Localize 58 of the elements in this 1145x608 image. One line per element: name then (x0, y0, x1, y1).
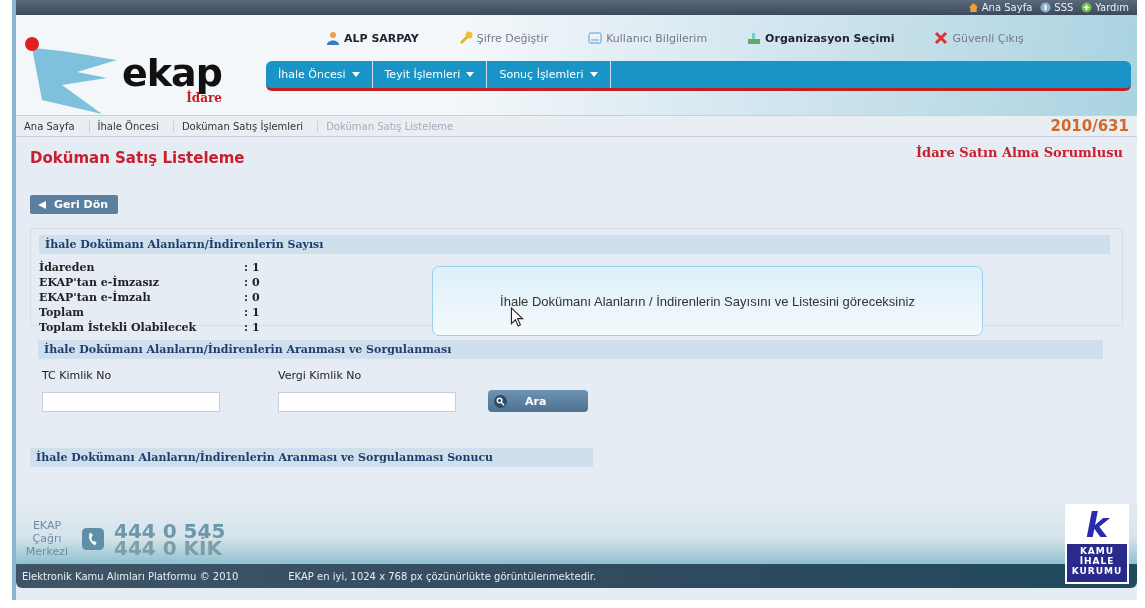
nav-menu-item[interactable]: İhale Öncesi (266, 61, 373, 88)
section-header: İhale Dokümanı Alanların/İndirenlerin Aranması ve Sorgulanması (38, 340, 1103, 359)
breadcrumb-link[interactable]: Ana Sayfa (16, 120, 90, 132)
record-number: 2010/631 (1050, 117, 1130, 135)
count-label: İdareden (39, 260, 96, 275)
count-label: EKAP'tan e-İmzasız (39, 275, 161, 290)
resolution-note: EKAP en iyi, 1024 x 768 px çözünürlükte görüntülenmektedir. (288, 570, 597, 582)
home-icon (967, 2, 979, 13)
logo-letter: k (1067, 506, 1127, 544)
phone-icon (82, 527, 104, 550)
help-icon (1040, 2, 1052, 13)
user-link[interactable]: Güvenli Çıkış (934, 31, 1024, 45)
count-value: : 1 (244, 260, 261, 275)
cursor-icon (510, 307, 524, 327)
count-label: Toplam (39, 305, 85, 320)
nav-menu-item[interactable]: Sonuç İşlemleri (487, 61, 611, 88)
field-label: Vergi Kimlik No (278, 369, 363, 382)
close-icon (934, 31, 949, 45)
plus-icon (1081, 2, 1093, 13)
caret-icon (589, 72, 598, 77)
section-header: İhale Dokümanı Alanların/İndirenlerin Sayısı (39, 235, 1110, 254)
count-value: : 1 (244, 305, 261, 320)
input-field[interactable] (42, 392, 220, 412)
count-value: : 0 (244, 275, 261, 290)
top-link[interactable]: Yardım (1081, 2, 1129, 13)
phone-number: 444 0 545 (114, 521, 226, 541)
caret-icon (351, 72, 360, 77)
top-link[interactable]: SSS (1040, 2, 1074, 13)
breadcrumb-link[interactable]: İhale Öncesi (89, 120, 174, 132)
caret-icon (466, 72, 475, 77)
search-icon (494, 394, 507, 408)
search-button[interactable]: Ara (488, 390, 588, 412)
section-header: İhale Dokümanı Alanların/İndirenlerin Aranması ve Sorgulanması Sonucu (30, 448, 593, 467)
logo-caption: KAMU İHALE KURUMU (1070, 546, 1124, 576)
breadcrumb-link[interactable]: Doküman Satış İşlemleri (173, 120, 319, 132)
user-role: İdare Satın Alma Sorumlusu (916, 145, 1123, 160)
count-value: : 0 (244, 290, 261, 305)
document-icon (588, 31, 603, 45)
user-link[interactable]: Organizasyon Seçimi (747, 31, 895, 45)
page-title: Doküman Satış Listeleme (30, 148, 245, 167)
organization-icon (747, 31, 762, 45)
input-field[interactable] (278, 392, 456, 412)
field-label: TC Kimlik No (42, 369, 113, 382)
user-link[interactable]: Şifre Değiştir (458, 31, 549, 45)
tooltip: İhale Dokümanı Alanların / İndirenlerin Sayısını ve Listesini göreceksiniz (432, 266, 983, 336)
copyright-text: Elektronik Kamu Alımları Platformu © 2010 (22, 570, 239, 582)
left-arrow-icon (38, 200, 46, 209)
back-button[interactable]: Geri Dön (30, 195, 119, 214)
top-link[interactable]: Ana Sayfa (967, 2, 1033, 13)
key-icon (458, 31, 473, 45)
count-value: : 1 (244, 320, 261, 335)
count-label: Toplam İstekli Olabilecek (39, 320, 198, 335)
count-label: EKAP'tan e-İmzalı (39, 290, 152, 305)
user-link[interactable]: Kullanıcı Bilgilerim (588, 31, 708, 45)
user-link[interactable]: ALP SARPAY (326, 31, 419, 45)
user-icon (326, 31, 340, 45)
nav-menu-item[interactable]: Teyit İşlemleri (372, 61, 488, 88)
call-center-label: EKAP Çağrı Merkezi (24, 519, 70, 558)
